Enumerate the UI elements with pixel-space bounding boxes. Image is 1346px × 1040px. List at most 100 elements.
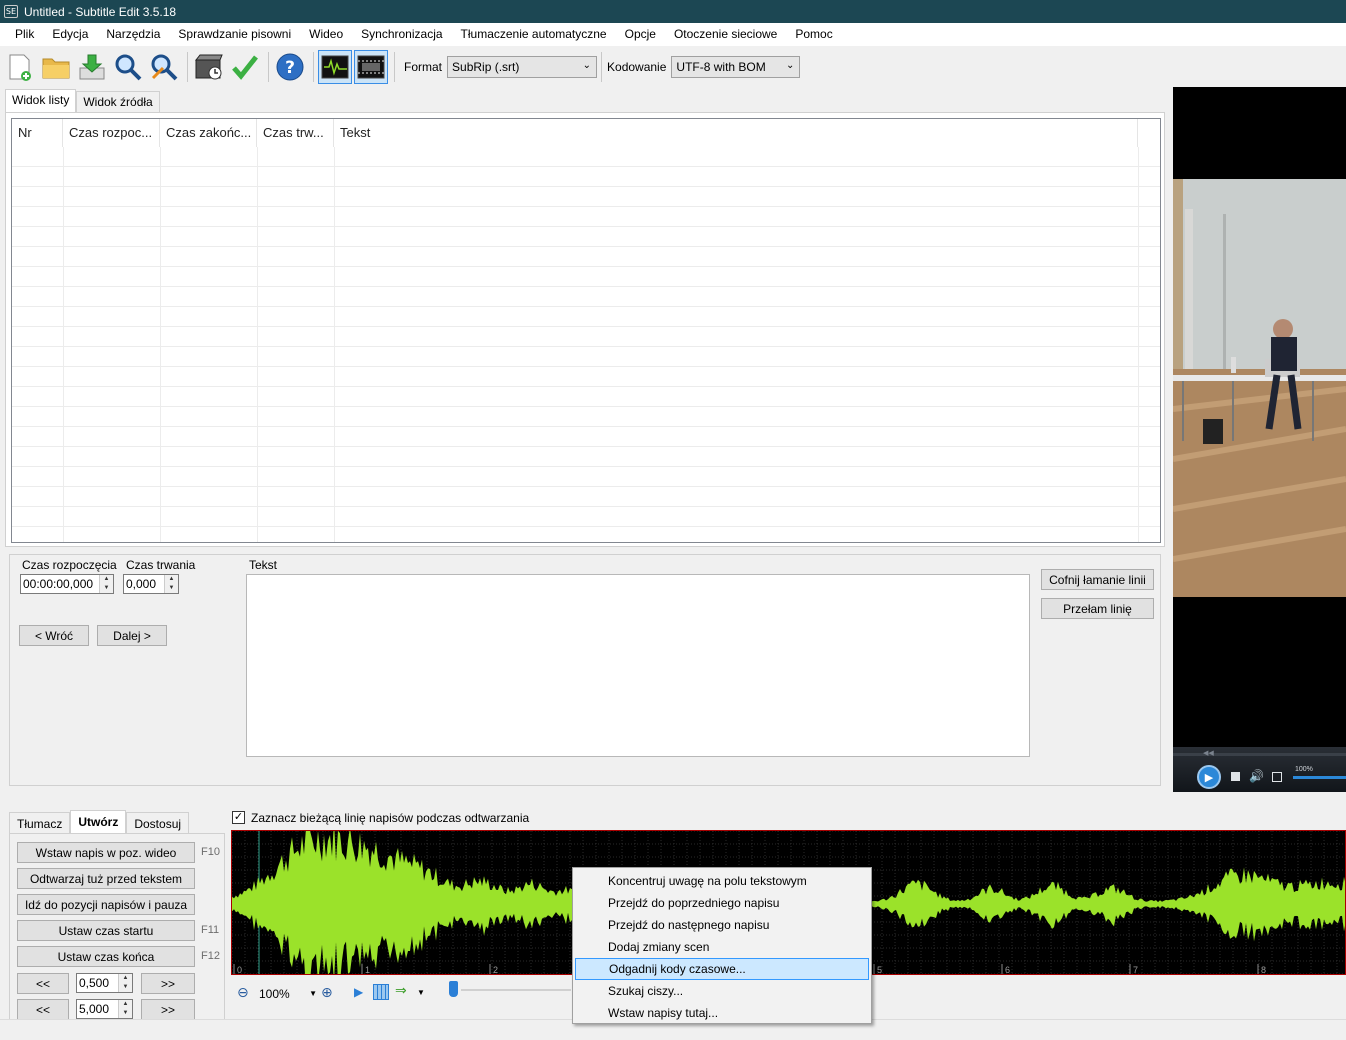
volume-level: 100% — [1295, 766, 1313, 773]
rewind-icon[interactable]: ◀◀ — [1203, 749, 1214, 757]
undo-line-break-button[interactable]: Cofnij łamanie linii — [1041, 569, 1154, 590]
tab-adjust[interactable]: Dostosuj — [126, 812, 190, 834]
goto-subtitle-pause-button[interactable]: Idź do pozycji napisów i pauza — [17, 894, 195, 915]
find-icon — [115, 54, 142, 81]
column-end-time[interactable]: Czas zakońc... — [160, 119, 257, 147]
spin-buttons[interactable]: ▲ ▼ — [164, 575, 178, 593]
subtitle-text-input[interactable] — [246, 574, 1030, 757]
position-slider-thumb[interactable] — [449, 981, 458, 997]
insert-at-video-pos-button[interactable]: Wstaw napis w poz. wideo — [17, 842, 195, 863]
tab-translate[interactable]: Tłumacz — [9, 812, 71, 834]
forward-large-button[interactable]: >> — [141, 999, 195, 1020]
encoding-select[interactable]: UTF-8 with BOM ⌄ — [671, 56, 801, 78]
small-step-input[interactable]: 0,500 ▲ ▼ — [76, 973, 133, 993]
tab-list-view[interactable]: Widok listy — [5, 89, 77, 113]
play-before-text-button[interactable]: Odtwarzaj tuż przed tekstem — [17, 868, 195, 889]
zoom-value: 100% — [259, 987, 290, 1001]
list-rows[interactable] — [12, 147, 1160, 542]
spell-check-button[interactable] — [228, 50, 262, 84]
video-controls: ◀◀ ▶ 🔊 100% — [1173, 747, 1346, 792]
zoom-in-icon[interactable]: ⊕ — [321, 985, 333, 1001]
spin-buttons[interactable]: ▲ ▼ — [118, 974, 132, 992]
chevron-down-icon[interactable]: ▼ — [417, 988, 425, 997]
waveform-context-menu: Koncentruj uwagę na polu tekstowym Przej… — [572, 867, 872, 1024]
subtitle-list[interactable]: Nr Czas rozpoc... Czas zakońc... Czas tr… — [11, 118, 1161, 543]
menu-pomoc[interactable]: Pomoc — [786, 23, 841, 46]
new-file-icon — [9, 54, 31, 81]
prev-button[interactable]: < Wróć — [19, 625, 89, 646]
column-text[interactable]: Tekst — [334, 119, 1138, 147]
scene-change-icon[interactable] — [373, 984, 389, 1000]
auto-forward-icon[interactable]: ⇒ — [395, 983, 407, 999]
menu-item-goto-next[interactable]: Przejdź do następnego napisu — [575, 914, 869, 936]
set-end-button[interactable]: Ustaw czas końca — [17, 946, 195, 967]
position-slider-track[interactable] — [461, 989, 571, 991]
set-start-button[interactable]: Ustaw czas startu — [17, 920, 195, 941]
menu-sprawdzanie-pisowni[interactable]: Sprawdzanie pisowni — [169, 23, 300, 46]
new-file-button[interactable] — [3, 50, 37, 84]
large-step-input[interactable]: 5,000 ▲ ▼ — [76, 999, 133, 1019]
find-button[interactable] — [111, 50, 145, 84]
spin-buttons[interactable]: ▲ ▼ — [118, 1000, 132, 1018]
toolbar-separator — [268, 52, 269, 82]
zoom-out-icon[interactable]: ⊖ — [237, 985, 249, 1001]
menu-opcje[interactable]: Opcje — [616, 23, 665, 46]
tab-create[interactable]: Utwórz — [70, 810, 127, 834]
save-button[interactable] — [75, 50, 109, 84]
menu-edycja[interactable]: Edycja — [43, 23, 97, 46]
back-large-button[interactable]: << — [17, 999, 69, 1020]
toggle-video-button[interactable] — [354, 50, 388, 84]
open-button[interactable] — [39, 50, 73, 84]
video-seek-bar[interactable] — [1173, 753, 1346, 756]
menu-synchronizacja[interactable]: Synchronizacja — [352, 23, 451, 46]
video-scene-image — [1173, 179, 1346, 597]
column-start-time[interactable]: Czas rozpoc... — [63, 119, 160, 147]
menu-item-insert-subtitles-here[interactable]: Wstaw napisy tutaj... — [575, 1002, 869, 1024]
menu-item-focus-textbox[interactable]: Koncentruj uwagę na polu tekstowym — [575, 870, 869, 892]
text-label: Tekst — [249, 558, 278, 572]
play-selection-icon[interactable]: ▶ — [354, 985, 363, 999]
menu-otoczenie-sieciowe[interactable]: Otoczenie sieciowe — [665, 23, 786, 46]
select-current-line-checkbox[interactable]: ✓ — [232, 811, 245, 824]
menu-plik[interactable]: Plik — [6, 23, 43, 46]
column-duration[interactable]: Czas trw... — [257, 119, 334, 147]
volume-slider[interactable] — [1293, 776, 1346, 779]
replace-button[interactable] — [147, 50, 181, 84]
spell-check-icon — [232, 55, 258, 80]
duration-input[interactable]: 0,000 ▲ ▼ — [123, 574, 179, 594]
menu-narzedzia[interactable]: Narzędzia — [97, 23, 169, 46]
menu-tlumaczenie[interactable]: Tłumaczenie automatyczne — [452, 23, 616, 46]
format-value: SubRip (.srt) — [452, 60, 520, 74]
svg-text:?: ? — [285, 58, 295, 78]
play-button[interactable]: ▶ — [1197, 765, 1221, 789]
waveform-tick-label: 5 — [877, 965, 882, 975]
forward-small-button[interactable]: >> — [141, 973, 195, 994]
menu-wideo[interactable]: Wideo — [300, 23, 352, 46]
menu-item-guess-timecodes[interactable]: Odgadnij kody czasowe... — [575, 958, 869, 980]
visual-sync-button[interactable] — [192, 50, 226, 84]
select-current-line-label: Zaznacz bieżącą linię napisów podczas od… — [251, 811, 530, 825]
zoom-select[interactable]: 100% ▼ — [257, 984, 317, 1004]
column-number[interactable]: Nr — [12, 119, 63, 147]
stop-button[interactable] — [1231, 772, 1240, 781]
help-button[interactable]: ? — [273, 50, 307, 84]
next-button[interactable]: Dalej > — [97, 625, 167, 646]
menu-item-seek-silence[interactable]: Szukaj ciszy... — [575, 980, 869, 1002]
start-time-input[interactable]: 00:00:00,000 ▲ ▼ — [20, 574, 114, 594]
break-line-button[interactable]: Przełam linię — [1041, 598, 1154, 619]
video-toggle-icon — [357, 55, 385, 79]
toggle-waveform-button[interactable] — [318, 50, 352, 84]
volume-icon[interactable]: 🔊 — [1249, 769, 1264, 783]
menu-item-add-scene-changes[interactable]: Dodaj zmiany scen — [575, 936, 869, 958]
tab-source-view[interactable]: Widok źródła — [76, 91, 160, 113]
video-player[interactable]: ◀◀ ▶ 🔊 100% — [1173, 87, 1346, 792]
waveform-toggle-icon — [321, 55, 349, 79]
waveform-tick-label: 6 — [1005, 965, 1010, 975]
back-small-button[interactable]: << — [17, 973, 69, 994]
toolbar-separator — [313, 52, 314, 82]
format-select[interactable]: SubRip (.srt) ⌄ — [447, 56, 598, 78]
spin-buttons[interactable]: ▲ ▼ — [99, 575, 113, 593]
menu-item-goto-previous[interactable]: Przejdź do poprzedniego napisu — [575, 892, 869, 914]
fullscreen-icon[interactable] — [1272, 772, 1282, 782]
insert-shortcut: F10 — [201, 846, 220, 858]
